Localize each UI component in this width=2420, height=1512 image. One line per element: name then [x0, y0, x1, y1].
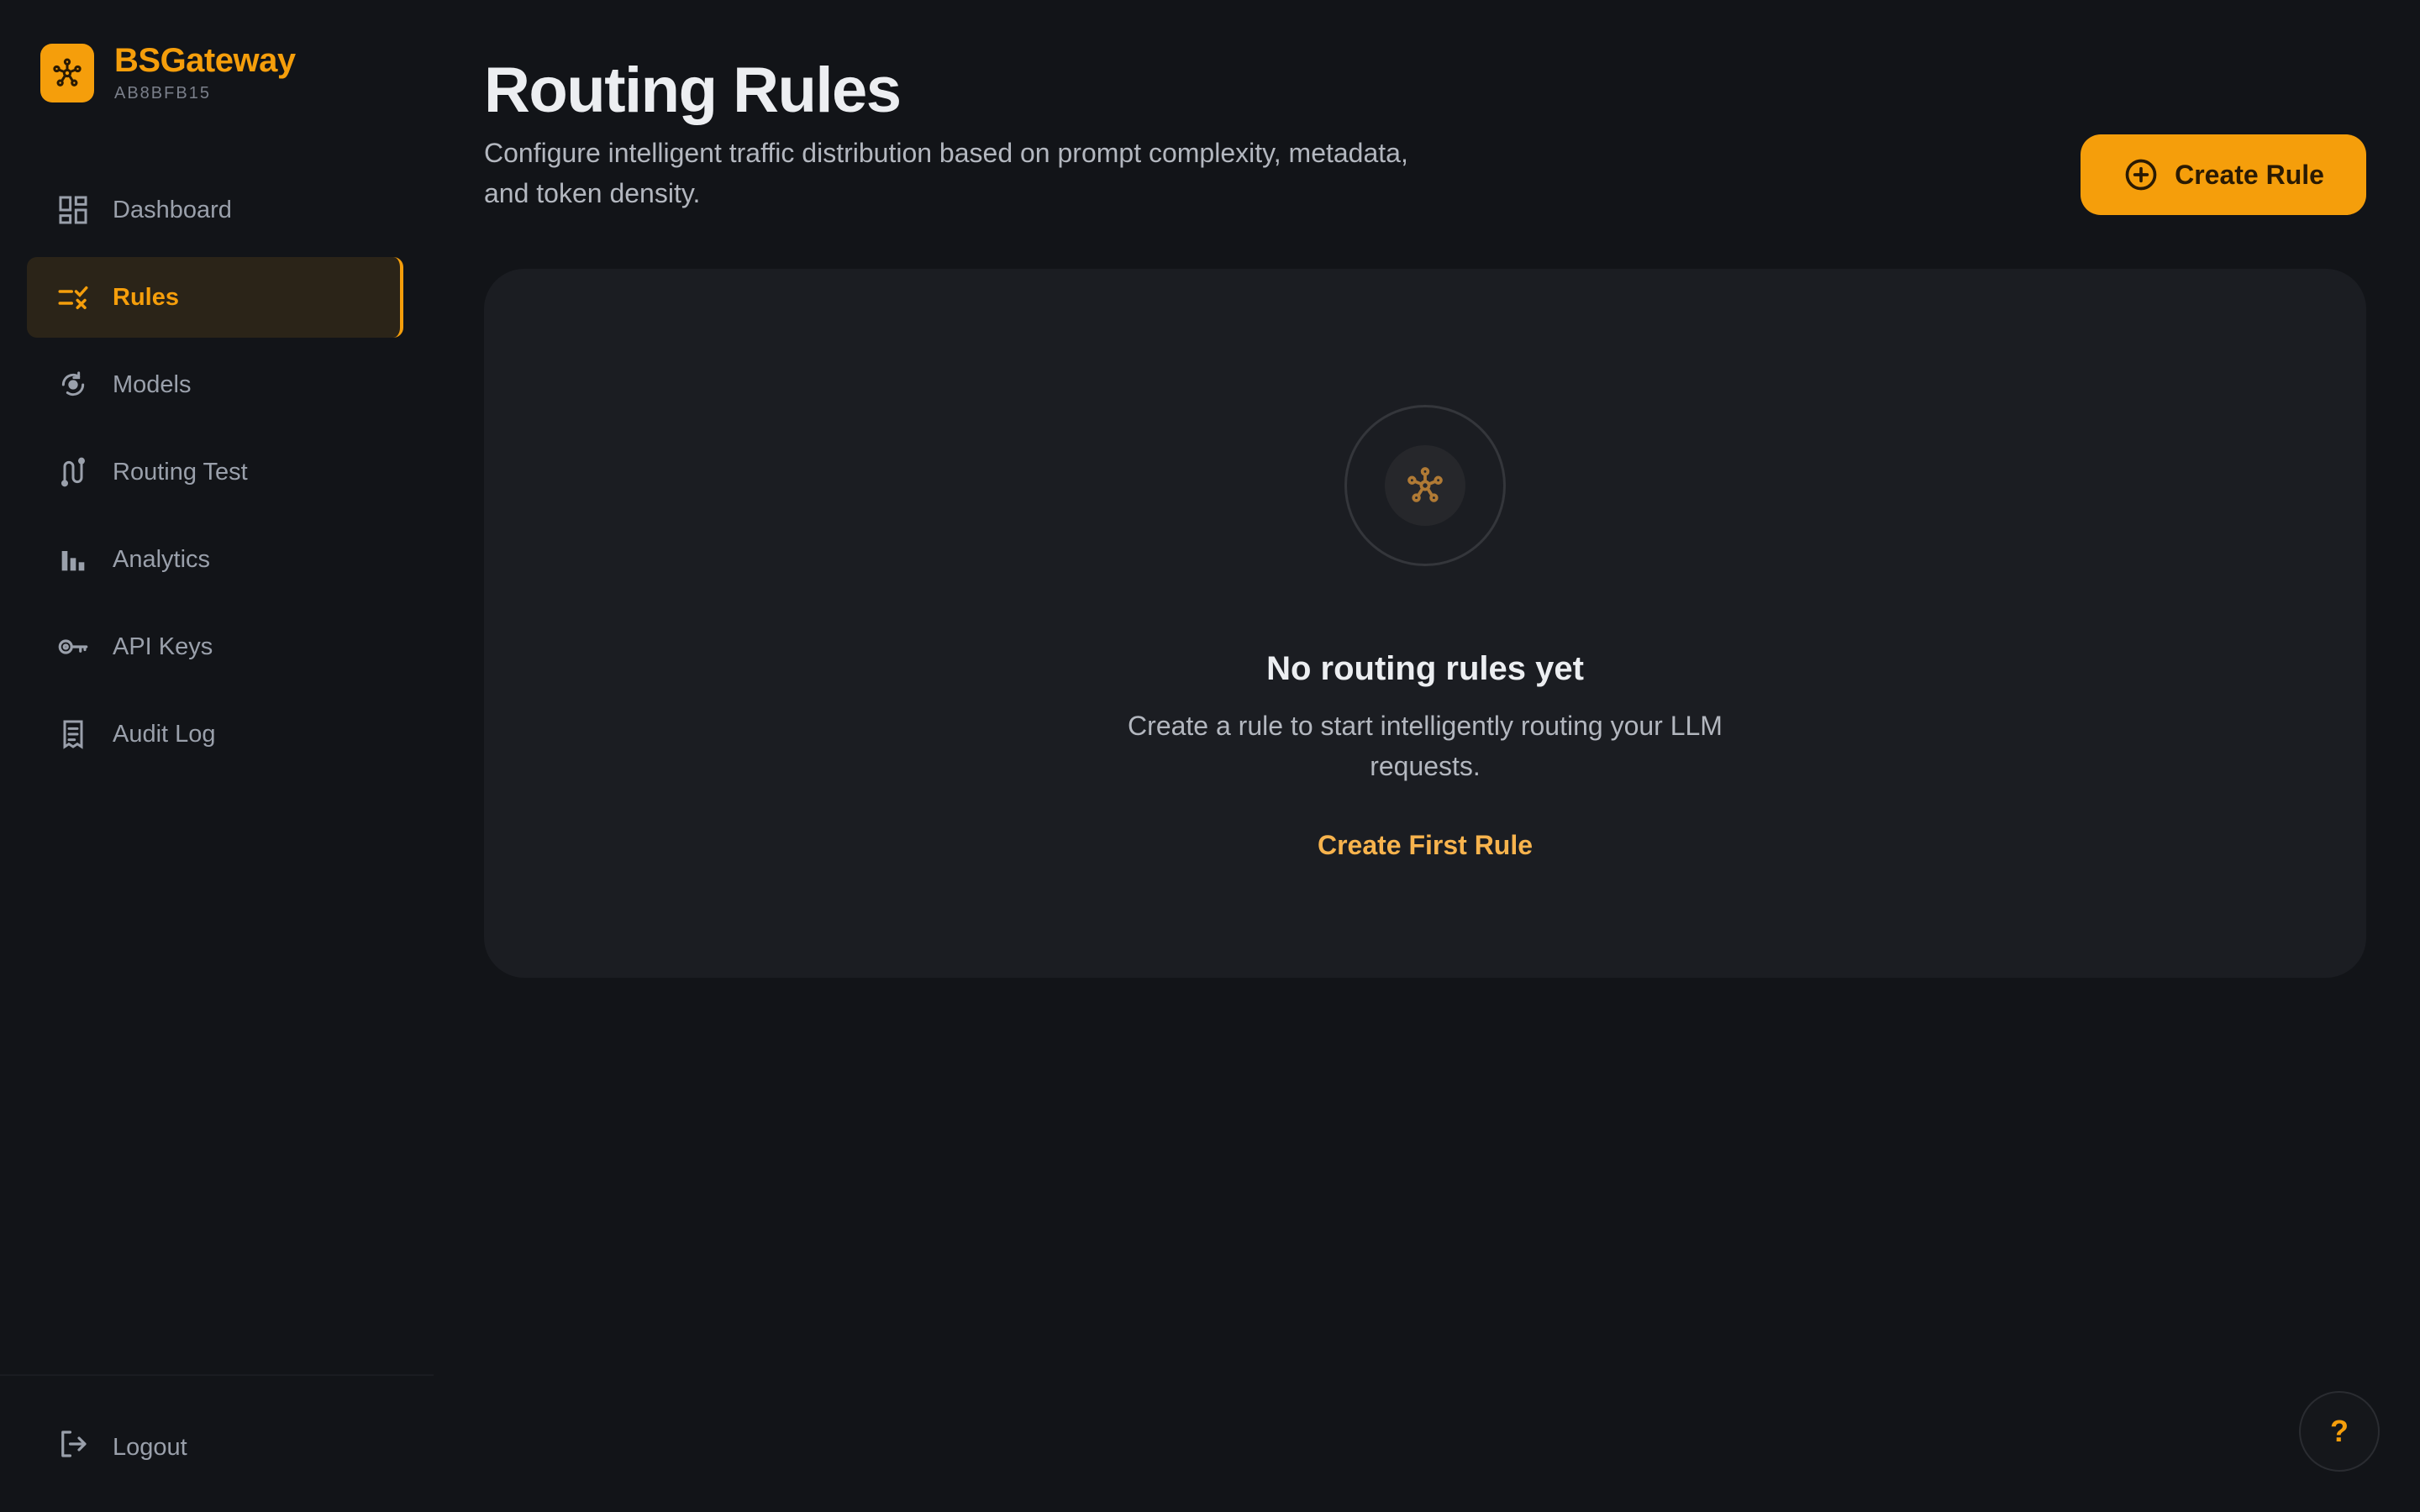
plus-circle-icon	[2123, 156, 2160, 193]
help-button[interactable]: ?	[2299, 1391, 2380, 1472]
sidebar-item-label: API Keys	[113, 633, 213, 660]
brand-text: BSGateway AB8BFB15	[114, 42, 296, 103]
sidebar-item-label: Models	[113, 370, 192, 398]
receipt-icon	[55, 717, 91, 752]
sidebar-item-dashboard[interactable]: Dashboard	[27, 170, 403, 250]
sidebar-item-label: Routing Test	[113, 458, 248, 486]
sidebar-divider	[0, 1374, 434, 1376]
sidebar-item-models[interactable]: Models	[27, 344, 403, 425]
empty-state-title: No routing rules yet	[1266, 650, 1584, 687]
bar-chart-icon	[55, 542, 91, 577]
sidebar-item-label: Rules	[113, 283, 179, 311]
rules-checklist-icon	[55, 280, 91, 315]
models-icon	[55, 367, 91, 402]
empty-state-card: No routing rules yet Create a rule to st…	[484, 269, 2366, 978]
logout-icon	[55, 1426, 91, 1468]
brand-name: BSGateway	[114, 42, 296, 79]
network-hub-icon	[1385, 445, 1465, 526]
sidebar-item-rules[interactable]: Rules	[27, 257, 403, 338]
sidebar: BSGateway AB8BFB15 Dashboard Rules Model…	[0, 0, 434, 1512]
page-subtitle: Configure intelligent traffic distributi…	[484, 138, 1408, 208]
sidebar-nav: Dashboard Rules Models Routing Test Anal…	[27, 170, 403, 781]
logout-label: Logout	[113, 1433, 187, 1461]
sidebar-item-routing-test[interactable]: Routing Test	[27, 432, 403, 512]
key-icon	[55, 629, 91, 664]
sidebar-item-label: Dashboard	[113, 196, 232, 223]
create-rule-button[interactable]: Create Rule	[2081, 134, 2366, 215]
sidebar-item-label: Audit Log	[113, 720, 216, 748]
sidebar-item-api-keys[interactable]: API Keys	[27, 606, 403, 687]
sidebar-item-label: Analytics	[113, 545, 211, 573]
page-title: Routing Rules	[484, 55, 902, 126]
logout-button[interactable]: Logout	[55, 1426, 187, 1468]
workspace-id: AB8BFB15	[114, 84, 211, 102]
brand[interactable]: BSGateway AB8BFB15	[40, 42, 296, 103]
dashboard-icon	[55, 192, 91, 228]
create-first-rule-link[interactable]: Create First Rule	[484, 830, 2366, 861]
empty-state-ring	[1344, 405, 1506, 566]
sidebar-item-analytics[interactable]: Analytics	[27, 519, 403, 600]
route-icon	[55, 454, 91, 490]
network-hub-icon	[40, 43, 94, 102]
empty-state-description: Create a rule to start intelligently rou…	[1128, 711, 1723, 781]
create-rule-label: Create Rule	[2175, 159, 2324, 190]
app-root: BSGateway AB8BFB15 Dashboard Rules Model…	[0, 0, 2420, 1512]
sidebar-item-audit-log[interactable]: Audit Log	[27, 694, 403, 774]
